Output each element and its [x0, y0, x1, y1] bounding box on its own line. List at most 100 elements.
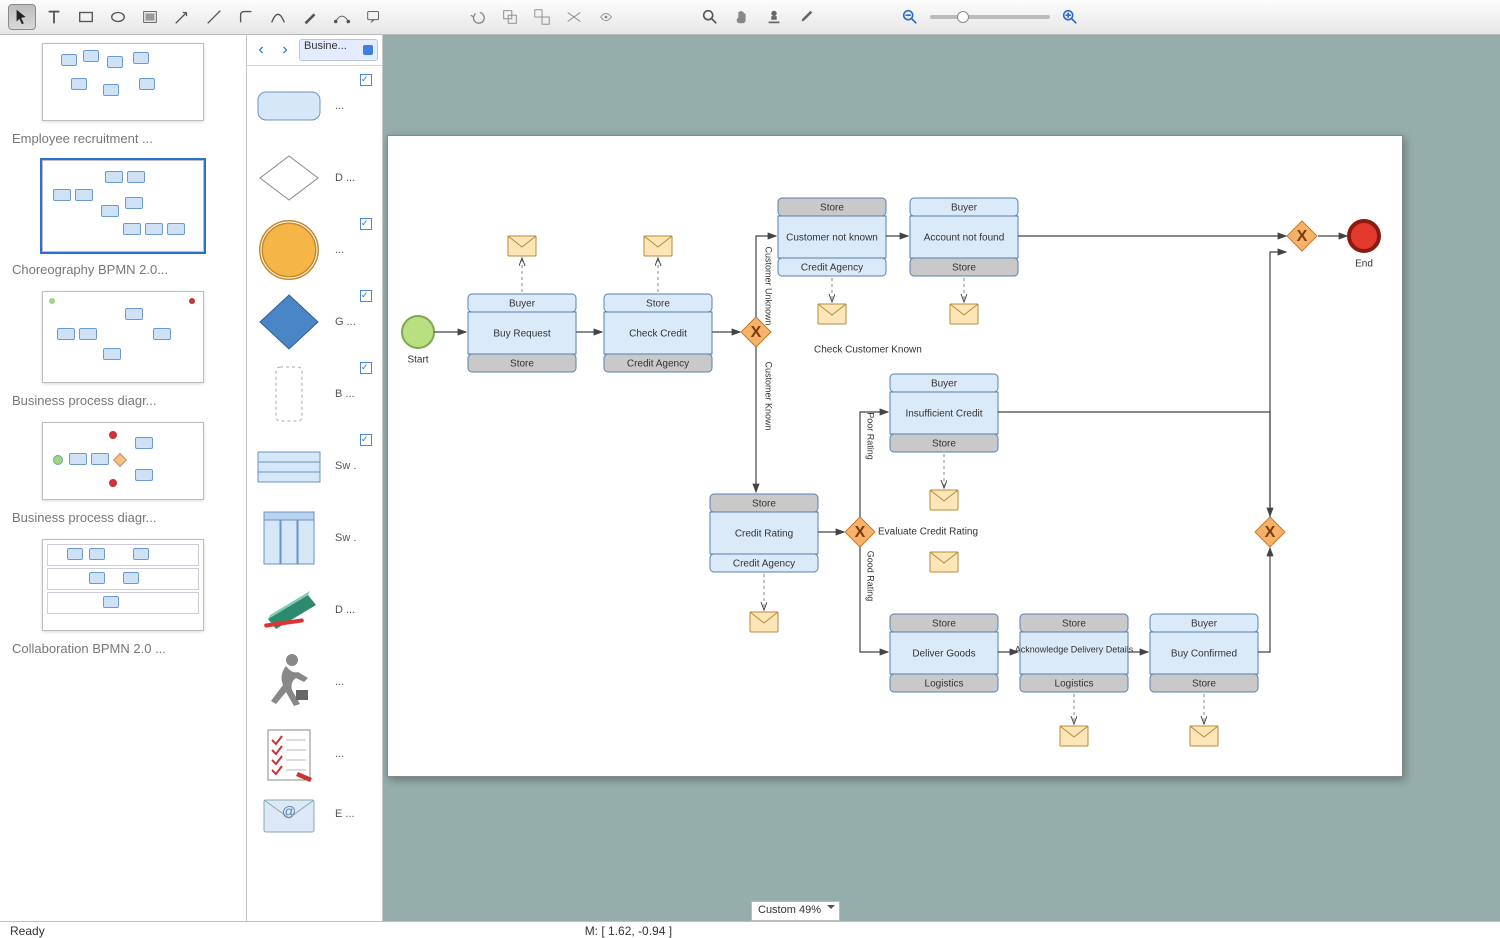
edge-label: Poor Rating	[866, 412, 876, 460]
library-list: ... D ... ... G ... B ...	[247, 66, 382, 921]
rotate-tool[interactable]	[592, 4, 620, 30]
zoom-combobox[interactable]: Custom 49%	[751, 901, 840, 921]
end-event[interactable]	[1349, 221, 1379, 251]
svg-text:Logistics: Logistics	[925, 679, 964, 690]
svg-text:@: @	[282, 803, 296, 819]
task-customer-not-known[interactable]: Store Customer not known Credit Agency	[778, 198, 886, 276]
library-item-task[interactable]: ...	[247, 70, 382, 142]
svg-text:Account not found: Account not found	[924, 233, 1005, 244]
gateway-evaluate-credit[interactable]	[845, 517, 875, 547]
task-insufficient-credit[interactable]: Buyer Insufficient Credit Store	[890, 374, 998, 452]
svg-text:Store: Store	[820, 203, 844, 214]
diamond-icon	[247, 142, 331, 214]
gateway-merge-upper[interactable]	[1287, 221, 1317, 251]
end-label: End	[1355, 259, 1373, 270]
gateway-label: Check Customer Known	[814, 345, 922, 356]
library-back-button[interactable]: ‹	[251, 40, 271, 60]
thumb-label: Collaboration BPMN 2.0 ...	[12, 641, 234, 656]
svg-text:Deliver Goods: Deliver Goods	[912, 649, 975, 660]
stamp-tool[interactable]	[760, 4, 788, 30]
message-icon	[750, 612, 778, 632]
eyedropper-tool[interactable]	[792, 4, 820, 30]
check-icon	[360, 362, 372, 374]
task-check-credit[interactable]: Store Check Credit Credit Agency	[604, 294, 712, 372]
task-buy-confirmed[interactable]: Buyer Buy Confirmed Store	[1150, 614, 1258, 692]
library-item-circle[interactable]: ...	[247, 214, 382, 286]
node-edit-tool[interactable]	[328, 4, 356, 30]
zoom-slider[interactable]	[930, 15, 1050, 19]
flip-tool[interactable]	[560, 4, 588, 30]
pages-panel: Employee recruitment ... Choreography BP…	[0, 35, 247, 921]
page-thumbnail[interactable]	[42, 291, 204, 383]
task-ack-delivery[interactable]: Store Acknowledge Delivery Details Logis…	[1015, 614, 1134, 692]
message-icon	[818, 304, 846, 324]
svg-text:Acknowledge Delivery Details: Acknowledge Delivery Details	[1015, 644, 1134, 654]
task-buy-request[interactable]: Buyer Buy Request Store	[468, 294, 576, 372]
library-item-data[interactable]: D ...	[247, 574, 382, 646]
canvas-area[interactable]: X Start Buyer Buy Request Store	[383, 35, 1500, 921]
search-tool[interactable]	[696, 4, 724, 30]
library-item-label: ...	[331, 676, 382, 688]
svg-text:Store: Store	[1192, 679, 1216, 690]
svg-text:Store: Store	[510, 359, 534, 370]
svg-text:Credit Agency: Credit Agency	[733, 559, 795, 570]
thumb-label: Business process diagr...	[12, 510, 234, 525]
pen-tool[interactable]	[296, 4, 324, 30]
thumb-label: Choreography BPMN 2.0...	[12, 262, 234, 277]
library-item-swimlane-v[interactable]: Sw .	[247, 502, 382, 574]
task-account-not-found[interactable]: Buyer Account not found Store	[910, 198, 1018, 276]
check-icon	[360, 434, 372, 446]
start-label: Start	[407, 355, 428, 366]
svg-text:Store: Store	[752, 499, 776, 510]
notebook-icon	[247, 574, 331, 646]
curve-tool[interactable]	[264, 4, 292, 30]
zoom-out-button[interactable]	[896, 4, 924, 30]
status-ready: Ready	[10, 924, 45, 938]
pointer-tool[interactable]	[8, 4, 36, 30]
library-item-label: D ...	[331, 604, 382, 616]
library-select[interactable]: Busine...	[299, 39, 378, 61]
edge-label: Good Rating	[866, 551, 876, 602]
library-item-diamond[interactable]: D ...	[247, 142, 382, 214]
message-icon	[508, 236, 536, 256]
group-tool[interactable]	[496, 4, 524, 30]
svg-text:Buyer: Buyer	[509, 299, 536, 310]
undo-tool[interactable]	[464, 4, 492, 30]
hand-tool[interactable]	[728, 4, 756, 30]
arrow-tool[interactable]	[168, 4, 196, 30]
gateway-merge-lower[interactable]	[1255, 517, 1285, 547]
svg-text:Buy Request: Buy Request	[493, 329, 550, 340]
text-tool[interactable]	[40, 4, 68, 30]
dashed-rect-icon	[247, 358, 331, 430]
svg-text:Check Credit: Check Credit	[629, 329, 687, 340]
library-item-gateway[interactable]: G ...	[247, 286, 382, 358]
check-icon	[360, 218, 372, 230]
image-tool[interactable]	[136, 4, 164, 30]
thumb-label: Employee recruitment ...	[12, 131, 234, 146]
canvas-page[interactable]: X Start Buyer Buy Request Store	[387, 135, 1403, 777]
library-forward-button[interactable]: ›	[275, 40, 295, 60]
page-thumbnail[interactable]	[42, 43, 204, 121]
page-thumbnail[interactable]	[42, 539, 204, 631]
page-thumbnail[interactable]	[42, 160, 204, 252]
zoom-in-button[interactable]	[1056, 4, 1084, 30]
check-icon	[360, 74, 372, 86]
svg-text:Credit Agency: Credit Agency	[627, 359, 689, 370]
library-item-boundary[interactable]: B ...	[247, 358, 382, 430]
page-thumbnail[interactable]	[42, 422, 204, 500]
library-item-swimlane-h[interactable]: Sw .	[247, 430, 382, 502]
main-toolbar	[0, 0, 1500, 35]
task-credit-rating[interactable]: Store Credit Rating Credit Agency	[710, 494, 818, 572]
line-tool[interactable]	[200, 4, 228, 30]
callout-tool[interactable]	[360, 4, 388, 30]
library-item-mail[interactable]: @ E ...	[247, 790, 382, 838]
task-deliver-goods[interactable]: Store Deliver Goods Logistics	[890, 614, 998, 692]
ungroup-tool[interactable]	[528, 4, 556, 30]
library-item-actor[interactable]: ...	[247, 646, 382, 718]
ellipse-tool[interactable]	[104, 4, 132, 30]
svg-text:Buy Confirmed: Buy Confirmed	[1171, 649, 1237, 660]
start-event[interactable]	[402, 316, 434, 348]
connector-tool[interactable]	[232, 4, 260, 30]
status-mouse-coords: M: [ 1.62, -0.94 ]	[585, 924, 672, 938]
rect-tool[interactable]	[72, 4, 100, 30]
